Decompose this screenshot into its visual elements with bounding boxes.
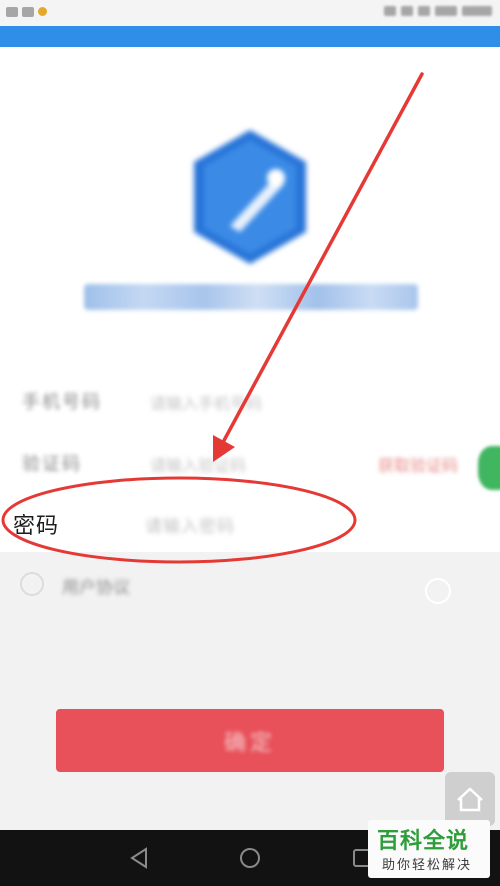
phone-row[interactable]: 手机号码 请输入手机号码 (0, 374, 500, 426)
watermark-title: 百科全说 (377, 829, 470, 854)
wifi-icon (401, 6, 413, 16)
home-icon[interactable] (238, 846, 262, 870)
agreement-checkbox[interactable] (20, 572, 44, 596)
watermark-subtitle: 助你轻松解决 (382, 858, 473, 873)
signal-icon (418, 6, 430, 16)
weather-icon (38, 7, 47, 16)
watermark-badge: 百科全说 助你轻松解决 (368, 820, 490, 878)
floating-helper-icon[interactable] (478, 446, 500, 490)
app-logo-icon (194, 130, 306, 264)
status-left-icons (6, 7, 47, 17)
battery-icon (435, 6, 457, 16)
side-circle-icon (425, 578, 451, 604)
floating-home-button[interactable] (445, 772, 495, 826)
home-outline-icon (457, 787, 483, 812)
phone-input[interactable]: 请输入手机号码 (150, 390, 262, 414)
confirm-button-label: 确定 (223, 730, 276, 756)
clock (462, 6, 492, 16)
header-bar (0, 26, 500, 47)
status-bar (0, 0, 500, 26)
alarm-icon (384, 6, 396, 16)
status-right-icons (384, 6, 492, 16)
confirm-button[interactable]: 确定 (56, 709, 444, 772)
notification-icon (22, 7, 34, 17)
agreement-text[interactable]: 用户协议 (62, 573, 130, 598)
phone-label: 手机号码 (22, 392, 102, 413)
sim-icon (6, 7, 18, 17)
app-name: ██████ ██████ ████ (84, 284, 418, 310)
back-icon[interactable] (128, 846, 152, 870)
highlight-ellipse (1, 476, 357, 564)
get-code-button[interactable]: 获取验证码 (378, 452, 458, 476)
